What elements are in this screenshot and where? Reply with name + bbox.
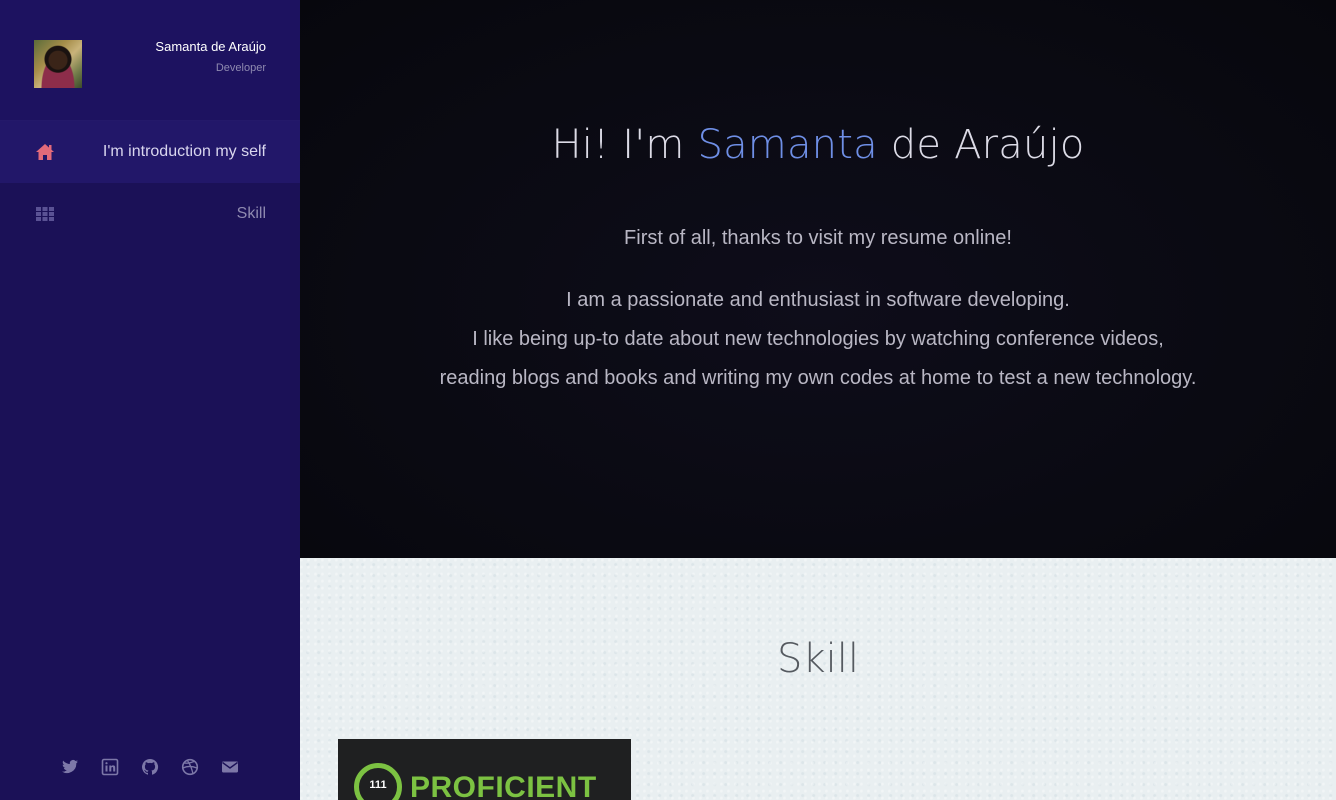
badge-text: PROFICIENT [410,771,597,800]
twitter-icon[interactable] [61,758,79,776]
page-title: Hi! I'm Samanta de Araújo [300,122,1336,168]
social-links [0,758,300,776]
sidebar: Samanta de Araújo Developer I'm introduc… [0,0,300,800]
intro-section: Hi! I'm Samanta de Araújo First of all, … [300,0,1336,558]
sidebar-item-skill[interactable]: Skill [0,183,300,245]
intro-thanks: First of all, thanks to visit my resume … [624,227,1012,249]
intro-line: I am a passionate and enthusiast in soft… [566,289,1070,311]
home-icon [35,143,55,161]
sidebar-item-label: I'm introduction my self [102,143,266,160]
github-icon[interactable] [141,758,159,776]
profile-header: Samanta de Araújo Developer [0,0,300,121]
skill-title: Skill [777,636,859,682]
proficient-badge[interactable]: 111 PROFICIENT [338,739,631,800]
badge-number: 111 [369,779,387,791]
profile-role: Developer [215,62,266,74]
first-name-highlight: Samanta [697,122,878,168]
greeting-text: Hi! I'm [551,122,685,168]
dribbble-icon[interactable] [181,758,199,776]
last-name-text: de Araújo [890,122,1085,168]
envelope-icon[interactable] [221,758,239,776]
intro-line: reading blogs and books and writing my o… [439,367,1197,389]
linkedin-icon[interactable] [101,758,119,776]
grid-icon [35,205,55,223]
avatar [34,40,82,88]
intro-line: I like being up-to date about new techno… [472,328,1164,350]
profile-name: Samanta de Araújo [155,39,266,54]
sidebar-item-label: Skill [236,205,266,222]
sidebar-item-introduction[interactable]: I'm introduction my self [0,121,300,183]
skill-section: Skill 111 PROFICIENT [300,558,1336,800]
